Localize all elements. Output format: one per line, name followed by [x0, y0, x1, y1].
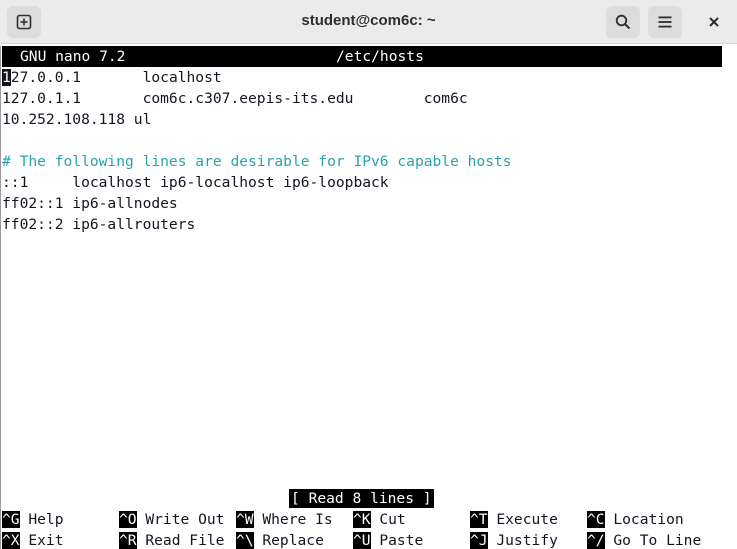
text-cursor: 1	[2, 69, 11, 86]
shortcut-exit: ^X Exit	[2, 530, 64, 549]
shortcut-key: ^T	[470, 511, 488, 528]
terminal-area[interactable]: GNU nano 7.2 /etc/hosts 127.0.0.1 localh…	[2, 46, 722, 549]
shortcut-paste: ^U Paste	[353, 530, 423, 549]
terminal-left-edge	[0, 46, 1, 549]
search-icon	[615, 14, 631, 30]
shortcut-read-file: ^R Read File	[119, 530, 224, 549]
shortcut-label: Read File	[136, 532, 225, 549]
shortcut-key: ^O	[119, 511, 137, 528]
shortcut-label: Exit	[19, 532, 64, 549]
editor-line[interactable]: ::1 localhost ip6-localhost ip6-loopback	[2, 172, 389, 193]
shortcut-go-to-line: ^/ Go To Line	[587, 530, 701, 549]
editor-line[interactable]: ff02::2 ip6-allrouters	[2, 214, 195, 235]
nano-filename: /etc/hosts	[336, 48, 424, 65]
shortcut-label: Write Out	[136, 511, 225, 528]
comment-line[interactable]: # The following lines are desirable for …	[2, 151, 512, 172]
shortcut-help: ^G Help	[2, 509, 64, 530]
editor-line[interactable]: 127.0.0.1 localhost	[2, 67, 222, 88]
shortcut-key: ^U	[353, 532, 371, 549]
shortcut-key: ^W	[236, 511, 254, 528]
shortcut-label: Cut	[370, 511, 406, 528]
search-button[interactable]	[606, 6, 640, 38]
shortcut-key: ^X	[2, 532, 20, 549]
shortcut-label: Go To Line	[604, 532, 702, 549]
terminal-window: student@com6c: ~ GNU nano 7.2 /etc/hosts…	[0, 0, 737, 549]
hamburger-menu-icon	[658, 16, 672, 28]
shortcut-key: ^C	[587, 511, 605, 528]
shortcut-where-is: ^W Where Is	[236, 509, 333, 530]
nano-title-bar: GNU nano 7.2 /etc/hosts	[2, 46, 722, 67]
close-icon	[709, 17, 719, 27]
shortcut-justify: ^J Justify	[470, 530, 558, 549]
terminal-right-gutter	[722, 46, 737, 549]
shortcut-label: Location	[604, 511, 684, 528]
shortcut-label: Execute	[487, 511, 558, 528]
line-text: 27.0.0.1 localhost	[10, 69, 222, 86]
menu-button[interactable]	[648, 6, 682, 38]
shortcut-key: ^/	[587, 532, 605, 549]
nano-version: GNU nano 7.2	[20, 48, 126, 65]
editor-line[interactable]: ff02::1 ip6-allnodes	[2, 193, 178, 214]
shortcut-label: Replace	[253, 532, 324, 549]
header-bar: student@com6c: ~	[0, 0, 737, 44]
shortcut-label: Paste	[370, 532, 424, 549]
shortcut-cut: ^K Cut	[353, 509, 406, 530]
editor-line[interactable]: 10.252.108.118 ul	[2, 109, 151, 130]
shortcut-key: ^G	[2, 511, 20, 528]
shortcut-location: ^C Location	[587, 509, 684, 530]
shortcut-key: ^R	[119, 532, 137, 549]
shortcut-execute: ^T Execute	[470, 509, 558, 530]
close-button[interactable]	[698, 6, 730, 38]
shortcut-label: Justify	[487, 532, 558, 549]
shortcut-key: ^\	[236, 532, 254, 549]
shortcut-label: Where Is	[253, 511, 333, 528]
status-message: [ Read 8 lines ]	[289, 489, 434, 508]
shortcut-key: ^K	[353, 511, 371, 528]
shortcut-replace: ^\ Replace	[236, 530, 324, 549]
shortcut-write-out: ^O Write Out	[119, 509, 224, 530]
shortcut-label: Help	[19, 511, 64, 528]
editor-line[interactable]: 127.0.1.1 com6c.c307.eepis-its.edu com6c	[2, 88, 468, 109]
shortcut-key: ^J	[470, 532, 488, 549]
